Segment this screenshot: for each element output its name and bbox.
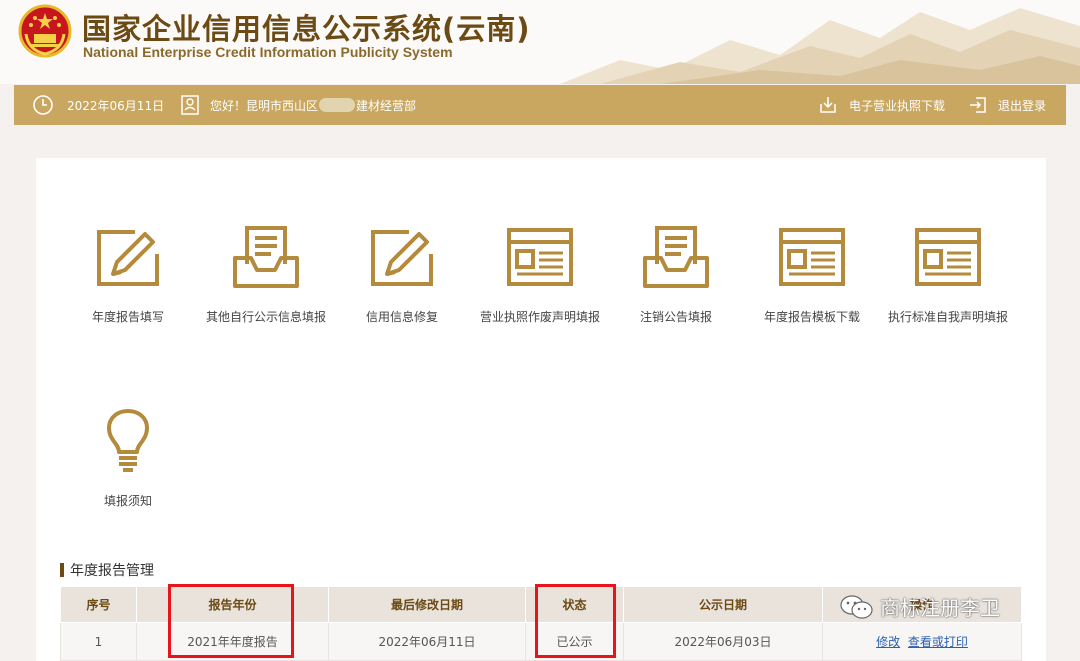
cell-last-modified: 2022年06月11日 [328, 622, 526, 661]
watermark-text: 商标注册李卫 [880, 596, 1000, 620]
cell-index: 1 [60, 622, 137, 661]
document-window-icon [915, 228, 981, 286]
user-toolbar: 2022年06月11日 您好！昆明市西山区 建材经营部 电子营业执照下载 退出登… [14, 85, 1066, 125]
date-display: 2022年06月11日 [32, 85, 164, 125]
site-title: 国家企业信用信息公示系统(云南) [82, 12, 531, 46]
credit-repair-button[interactable]: 信用信息修复 [337, 224, 467, 325]
download-icon [820, 97, 836, 113]
credit-repair-label[interactable]: 信用信息修复 [337, 308, 467, 325]
report-template-download-button[interactable]: 年度报告模板下载 [747, 224, 877, 325]
section-title-text: 年度报告管理 [70, 563, 154, 579]
license-void-statement-button[interactable]: 营业执照作废声明填报 [475, 224, 605, 325]
current-date: 2022年06月11日 [67, 98, 165, 113]
user-greeting: 您好！昆明市西山区 建材经营部 [180, 85, 416, 125]
clock-icon [33, 95, 53, 115]
edit-report-link[interactable]: 修改 [876, 635, 900, 649]
greeting-prefix: 您好！昆明市西山区 [210, 98, 319, 113]
standard-self-declaration-button[interactable]: 执行标准自我声明填报 [883, 224, 1013, 325]
report-template-download-label[interactable]: 年度报告模板下载 [747, 308, 877, 325]
license-download-label[interactable]: 电子营业执照下载 [849, 97, 945, 114]
deregistration-notice-button[interactable]: 注销公告填报 [611, 224, 741, 325]
document-window-icon [507, 228, 573, 286]
filing-instructions-button[interactable]: 填报须知 [63, 408, 193, 509]
edit-icon [371, 230, 433, 286]
site-header: 国家企业信用信息公示系统(云南) National Enterprise Cre… [0, 0, 1080, 84]
document-window-icon [779, 228, 845, 286]
greeting-suffix: 建材经营部 [356, 98, 417, 113]
highlight-box-status [535, 584, 616, 658]
logout-icon [970, 97, 986, 113]
redacted-name [319, 98, 356, 112]
logout-label[interactable]: 退出登录 [998, 97, 1046, 114]
mountain-background-image [560, 8, 1080, 84]
user-card-icon [181, 95, 199, 115]
site-subtitle: National Enterprise Credit Information P… [83, 44, 453, 60]
license-void-statement-label[interactable]: 营业执照作废声明填报 [475, 308, 605, 325]
col-publish-date: 公示日期 [623, 586, 823, 623]
wechat-icon [840, 594, 873, 619]
annual-report-fill-button[interactable]: 年度报告填写 [63, 224, 193, 325]
col-last-modified: 最后修改日期 [328, 586, 526, 623]
cell-actions: 修改 查看或打印 [822, 622, 1022, 661]
col-index: 序号 [60, 586, 137, 623]
cell-publish-date: 2022年06月03日 [623, 622, 823, 661]
deregistration-notice-label[interactable]: 注销公告填报 [611, 308, 741, 325]
other-disclosure-label[interactable]: 其他自行公示信息填报 [201, 308, 331, 325]
inbox-icon [233, 226, 299, 288]
filing-instructions-label[interactable]: 填报须知 [63, 492, 193, 509]
standard-self-declaration-label[interactable]: 执行标准自我声明填报 [883, 308, 1013, 325]
watermark: 商标注册李卫 [838, 592, 1000, 621]
annual-report-fill-label[interactable]: 年度报告填写 [63, 308, 193, 325]
section-title: 年度报告管理 [60, 560, 154, 580]
section-marker [60, 563, 64, 577]
inbox-icon [643, 226, 709, 288]
license-download-link[interactable]: 电子营业执照下载 [818, 85, 945, 125]
national-emblem-logo [18, 4, 72, 58]
other-disclosure-button[interactable]: 其他自行公示信息填报 [201, 224, 331, 325]
edit-icon [97, 230, 159, 286]
highlight-box-report-year [168, 584, 294, 658]
view-print-link[interactable]: 查看或打印 [908, 635, 968, 649]
lightbulb-icon [107, 409, 149, 472]
logout-link[interactable]: 退出登录 [968, 85, 1046, 125]
